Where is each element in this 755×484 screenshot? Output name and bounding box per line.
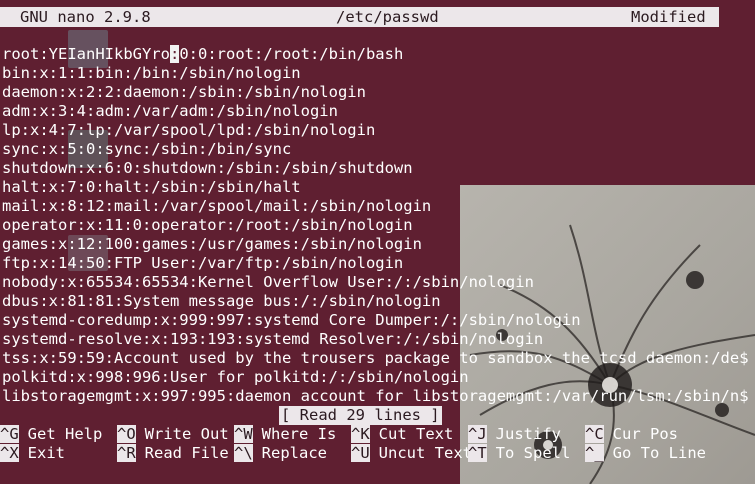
shortcut-replace[interactable]: ^\ Replace — [234, 444, 327, 463]
shortcut-write-out[interactable]: ^O Write Out — [117, 425, 229, 444]
shortcut-cut-text[interactable]: ^K Cut Text — [351, 425, 453, 444]
shortcut-key: ^G — [0, 425, 19, 443]
shortcut-go-to-line[interactable]: ^_ Go To Line — [585, 444, 706, 463]
file-line[interactable]: sync:x:5:0:sync:/sbin:/bin/sync — [2, 140, 749, 159]
file-line[interactable]: adm:x:3:4:adm:/var/adm:/sbin/nologin — [2, 102, 749, 121]
shortcut-label: Go To Line — [612, 444, 706, 462]
shortcut-label: Read File — [144, 444, 229, 462]
shortcut-key: ^\ — [234, 444, 253, 462]
shortcut-key: ^K — [351, 425, 370, 443]
shortcut-read-file[interactable]: ^R Read File — [117, 444, 229, 463]
file-line[interactable]: nobody:x:65534:65534:Kernel Overflow Use… — [2, 273, 749, 292]
shortcut-exit[interactable]: ^X Exit — [0, 444, 65, 463]
shortcut-label: Write Out — [144, 425, 229, 443]
shortcut-label: Get Help — [27, 425, 103, 443]
file-line[interactable]: ftp:x:14:50:FTP User:/var/ftp:/sbin/nolo… — [2, 254, 749, 273]
shortcut-key: ^C — [585, 425, 604, 443]
file-line[interactable]: bin:x:1:1:bin:/bin:/sbin/nologin — [2, 64, 749, 83]
terminal-window[interactable]: GNU nano 2.9.8 /etc/passwd Modified root… — [0, 0, 755, 484]
shortcut-key: ^W — [234, 425, 253, 443]
shortcut-cur-pos[interactable]: ^C Cur Pos — [585, 425, 678, 444]
text-cursor: : — [169, 45, 180, 63]
file-line[interactable]: games:x:12:100:games:/usr/games:/sbin/no… — [2, 235, 749, 254]
status-message: [ Read 29 lines ] — [279, 406, 442, 425]
shortcut-where-is[interactable]: ^W Where Is — [234, 425, 336, 444]
file-line[interactable]: daemon:x:2:2:daemon:/sbin:/sbin/nologin — [2, 83, 749, 102]
shortcut-bar-top: ^G Get Help ^O Write Out ^W Where Is ^K Cut Tex… — [0, 425, 755, 444]
file-line[interactable]: mail:x:8:12:mail:/var/spool/mail:/sbin/n… — [2, 197, 749, 216]
shortcut-get-help[interactable]: ^G Get Help — [0, 425, 102, 444]
file-line[interactable]: halt:x:7:0:halt:/sbin:/sbin/halt — [2, 178, 749, 197]
shortcut-justify[interactable]: ^J Justify — [468, 425, 561, 444]
shortcut-uncut-text[interactable]: ^U Uncut Text — [351, 444, 472, 463]
shortcut-label: Justify — [495, 425, 561, 443]
shortcut-key: ^R — [117, 444, 136, 462]
file-line[interactable]: shutdown:x:6:0:shutdown:/sbin:/sbin/shut… — [2, 159, 749, 178]
file-line[interactable]: dbus:x:81:81:System message bus:/:/sbin/… — [2, 292, 749, 311]
shortcut-label: To Spell — [495, 444, 571, 462]
shortcut-to-spell[interactable]: ^T To Spell — [468, 444, 570, 463]
shortcut-label: Cut Text — [378, 425, 454, 443]
file-line[interactable]: root:YEIanHIkbGYro:0:0:root:/root:/bin/b… — [2, 45, 749, 64]
shortcut-key: ^X — [0, 444, 19, 462]
shortcut-label: Uncut Text — [378, 444, 472, 462]
shortcut-key: ^J — [468, 425, 487, 443]
shortcut-key: ^T — [468, 444, 487, 462]
shortcut-bar-bottom: ^X Exit ^R Read File ^\ Replace ^U Uncut Text ^T… — [0, 444, 755, 463]
shortcut-label: Replace — [261, 444, 327, 462]
file-line[interactable]: systemd-resolve:x:193:193:systemd Resolv… — [2, 330, 749, 349]
shortcut-label: Where Is — [261, 425, 337, 443]
shortcut-key: ^_ — [585, 444, 604, 462]
file-line[interactable]: operator:x:11:0:operator:/root:/sbin/nol… — [2, 216, 749, 235]
shortcut-label: Exit — [27, 444, 65, 462]
title-bar: GNU nano 2.9.8 /etc/passwd Modified — [0, 7, 719, 27]
shortcut-key: ^U — [351, 444, 370, 462]
app-name: GNU nano 2.9.8 — [20, 8, 151, 26]
file-line[interactable]: polkitd:x:998:996:User for polkitd:/:/sb… — [2, 368, 749, 387]
file-name: /etc/passwd — [336, 8, 439, 26]
file-line[interactable]: lp:x:4:7:lp:/var/spool/lpd:/sbin/nologin — [2, 121, 749, 140]
modified-indicator: Modified — [631, 8, 706, 26]
shortcut-key: ^O — [117, 425, 136, 443]
file-line[interactable]: tss:x:59:59:Account used by the trousers… — [2, 349, 749, 368]
file-line[interactable]: systemd-coredump:x:999:997:systemd Core … — [2, 311, 749, 330]
shortcut-label: Cur Pos — [612, 425, 678, 443]
editor-buffer[interactable]: root:YEIanHIkbGYro:0:0:root:/root:/bin/b… — [2, 45, 749, 406]
file-line[interactable]: libstoragemgmt:x:997:995:daemon account … — [2, 387, 749, 406]
